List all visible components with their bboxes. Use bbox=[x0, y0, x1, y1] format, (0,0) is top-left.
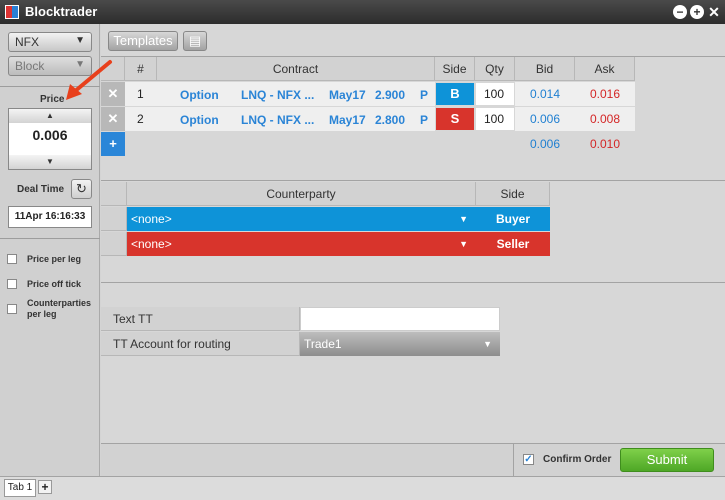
chevron-down-icon: ▼ bbox=[75, 59, 85, 70]
leg-put-call[interactable]: P bbox=[420, 83, 428, 107]
leg-contract-name[interactable]: LNQ - NFX ... bbox=[241, 83, 314, 107]
close-icon[interactable]: ✕ bbox=[707, 5, 721, 19]
seller-side-label: Seller bbox=[476, 232, 550, 256]
leg-type[interactable]: Option bbox=[180, 108, 219, 132]
leg-side-buy-button[interactable]: B bbox=[436, 83, 474, 105]
chevron-down-icon: ▼ bbox=[459, 239, 468, 249]
increment-icon[interactable]: ▲ bbox=[9, 109, 91, 123]
total-bid: 0.006 bbox=[529, 137, 561, 151]
divider bbox=[101, 180, 725, 181]
leg-expiry[interactable]: May17 bbox=[329, 108, 366, 132]
leg-contract-name[interactable]: LNQ - NFX ... bbox=[241, 108, 314, 132]
cp-row-handle bbox=[101, 232, 127, 256]
remove-leg-icon[interactable]: ✕ bbox=[101, 82, 125, 106]
divider bbox=[101, 282, 725, 283]
window-title: Blocktrader bbox=[25, 4, 98, 19]
deal-time-label: Deal Time bbox=[17, 184, 65, 195]
buyer-counterparty-value: <none> bbox=[131, 212, 172, 226]
legs-header-ask: Ask bbox=[575, 57, 635, 81]
tt-account-value: Trade1 bbox=[304, 337, 342, 351]
main-panel: Templates ▤ # Contract Side Qty Bid Ask … bbox=[101, 24, 725, 476]
leg-put-call[interactable]: P bbox=[420, 108, 428, 132]
buyer-side-label: Buyer bbox=[476, 207, 550, 231]
leg-qty-field[interactable]: 100 bbox=[476, 108, 514, 130]
chevron-down-icon: ▼ bbox=[75, 35, 85, 46]
tt-account-label: TT Account for routing bbox=[101, 332, 300, 356]
tab-1[interactable]: Tab 1 bbox=[4, 479, 36, 497]
legs-header-num: # bbox=[125, 57, 157, 81]
add-leg-button[interactable]: + bbox=[101, 132, 125, 156]
maximize-icon[interactable]: + bbox=[690, 5, 704, 19]
leg-number: 2 bbox=[137, 112, 144, 126]
remove-leg-icon[interactable]: ✕ bbox=[101, 107, 125, 131]
app-icon bbox=[5, 5, 19, 19]
price-off-tick-label: Price off tick bbox=[27, 279, 82, 289]
leg-strike[interactable]: 2.900 bbox=[375, 83, 405, 107]
seller-counterparty-value: <none> bbox=[131, 237, 172, 251]
leg-ask: 0.008 bbox=[575, 107, 635, 131]
legs-header-qty: Qty bbox=[475, 57, 515, 81]
legs-header-contract: Contract bbox=[157, 57, 435, 81]
divider bbox=[0, 238, 100, 239]
counterparties-per-leg-label: Counterparties per leg bbox=[27, 298, 92, 319]
chevron-down-icon: ▼ bbox=[483, 339, 492, 349]
tt-account-dropdown[interactable]: Trade1 ▼ bbox=[300, 332, 500, 356]
price-per-leg-checkbox[interactable] bbox=[7, 254, 17, 264]
confirm-order-checkbox[interactable]: ✓ bbox=[523, 454, 534, 465]
confirm-order-label: Confirm Order bbox=[543, 454, 612, 465]
price-label: Price bbox=[40, 94, 65, 105]
price-value[interactable]: 0.006 bbox=[9, 127, 91, 143]
leg-strike[interactable]: 2.800 bbox=[375, 108, 405, 132]
decrement-icon[interactable]: ▼ bbox=[9, 155, 91, 169]
divider bbox=[0, 86, 100, 87]
footer-bar: ✓ Confirm Order Submit bbox=[101, 443, 725, 477]
legs-header-bid: Bid bbox=[515, 57, 575, 81]
text-tt-label: Text TT bbox=[101, 307, 300, 331]
price-off-tick-checkbox[interactable] bbox=[7, 279, 17, 289]
chevron-down-icon: ▼ bbox=[459, 214, 468, 224]
legs-header-blank bbox=[101, 57, 125, 81]
price-per-leg-label: Price per leg bbox=[27, 254, 82, 264]
legs-header-side: Side bbox=[435, 57, 475, 81]
add-tab-icon[interactable]: + bbox=[38, 480, 52, 494]
divider bbox=[513, 444, 514, 477]
save-template-icon[interactable]: ▤ bbox=[183, 31, 207, 51]
exchange-value: NFX bbox=[15, 35, 39, 49]
order-type-dropdown[interactable]: Block ▼ bbox=[8, 56, 92, 76]
minimize-icon[interactable]: − bbox=[673, 5, 687, 19]
deal-time-field[interactable]: 11Apr 16:16:33 bbox=[8, 206, 92, 228]
refresh-icon[interactable]: ↻ bbox=[71, 179, 92, 199]
cp-row-handle bbox=[101, 207, 127, 231]
order-type-value: Block bbox=[15, 59, 45, 73]
submit-button[interactable]: Submit bbox=[620, 448, 714, 472]
title-bar: Blocktrader − + ✕ bbox=[0, 0, 725, 24]
cp-header-counterparty: Counterparty bbox=[127, 182, 476, 206]
exchange-dropdown[interactable]: NFX ▼ bbox=[8, 32, 92, 52]
leg-bid: 0.006 bbox=[515, 107, 575, 131]
leg-ask: 0.016 bbox=[575, 82, 635, 106]
leg-number: 1 bbox=[137, 87, 144, 101]
left-panel: NFX ▼ Block ▼ Price ▲ 0.006 ▼ Deal Time … bbox=[0, 24, 100, 476]
buyer-counterparty-dropdown[interactable]: <none> ▼ bbox=[127, 207, 476, 231]
total-ask: 0.010 bbox=[589, 137, 621, 151]
templates-button[interactable]: Templates bbox=[108, 31, 178, 51]
tab-bar: Tab 1 + bbox=[0, 476, 725, 500]
cp-header-side: Side bbox=[476, 182, 550, 206]
cp-header-blank bbox=[101, 182, 127, 206]
leg-type[interactable]: Option bbox=[180, 83, 219, 107]
leg-bid: 0.014 bbox=[515, 82, 575, 106]
leg-qty-field[interactable]: 100 bbox=[476, 83, 514, 105]
seller-counterparty-dropdown[interactable]: <none> ▼ bbox=[127, 232, 476, 256]
price-stepper[interactable]: ▲ 0.006 ▼ bbox=[8, 108, 92, 170]
leg-expiry[interactable]: May17 bbox=[329, 83, 366, 107]
leg-side-sell-button[interactable]: S bbox=[436, 108, 474, 130]
text-tt-input[interactable] bbox=[300, 307, 500, 331]
counterparties-per-leg-checkbox[interactable] bbox=[7, 304, 17, 314]
